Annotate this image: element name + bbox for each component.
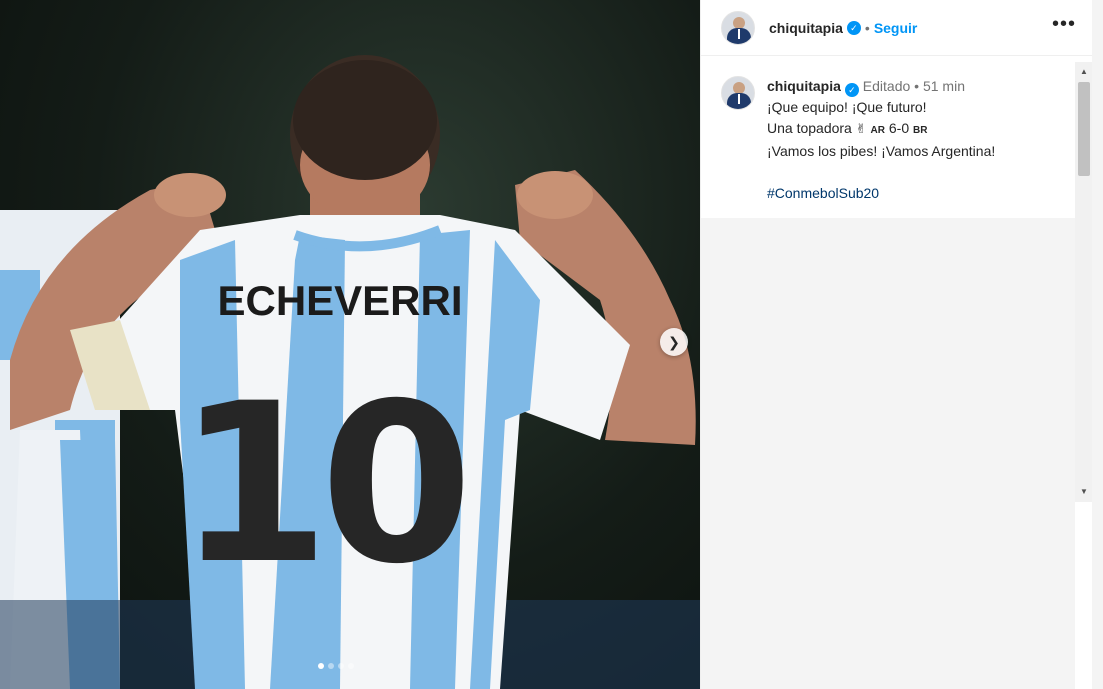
post-photo[interactable]: ECHEVERRI 10 ❯ <box>0 0 700 689</box>
post-side-panel: chiquitapia ✓ • Seguir ••• chiquitapia ✓ … <box>700 0 1093 689</box>
hashtag-link[interactable]: #ConmebolSub20 <box>767 183 995 204</box>
header-username[interactable]: chiquitapia <box>769 20 843 36</box>
meta-separator: • <box>914 78 920 94</box>
caption-avatar[interactable] <box>721 76 755 110</box>
caption-line-2: Una topadora ✌ AR 6-0 BR <box>767 118 995 141</box>
comments-scrollbar[interactable]: ▲ ▼ <box>1075 62 1093 502</box>
player-illustration: ECHEVERRI 10 <box>0 55 700 689</box>
post-time[interactable]: 51 min <box>923 78 965 94</box>
carousel-dot[interactable] <box>338 663 344 669</box>
victory-hand-icon: ✌ <box>855 121 867 136</box>
scroll-down-icon[interactable]: ▼ <box>1075 484 1093 500</box>
page-gutter <box>1092 0 1103 689</box>
caption: chiquitapia ✓ Editado • 51 min ¡Que equip… <box>701 62 1075 218</box>
jersey-name: ECHEVERRI <box>217 277 462 324</box>
carousel-dot[interactable] <box>328 663 334 669</box>
comments-area[interactable]: chiquitapia ✓ Editado • 51 min ¡Que equip… <box>701 62 1075 689</box>
score: 6-0 <box>888 120 910 136</box>
post-header: chiquitapia ✓ • Seguir ••• <box>701 0 1092 56</box>
verified-icon: ✓ <box>844 83 859 97</box>
flag-brazil-icon: BR <box>913 125 928 136</box>
avatar[interactable] <box>721 10 755 45</box>
caption-line-1: ¡Que equipo! ¡Que futuro! <box>767 99 927 115</box>
carousel-next-button[interactable]: ❯ <box>660 328 688 356</box>
flag-argentina-icon: AR <box>870 125 885 136</box>
caption-line-2-text: Una topadora <box>767 120 852 136</box>
header-separator: • <box>864 19 870 36</box>
caption-username[interactable]: chiquitapia <box>767 78 841 94</box>
carousel-dot[interactable] <box>348 663 354 669</box>
chevron-right-icon: ❯ <box>668 334 680 350</box>
verified-icon: ✓ <box>846 20 861 35</box>
follow-button[interactable]: Seguir <box>874 20 918 36</box>
more-options-icon[interactable]: ••• <box>1052 14 1076 37</box>
caption-line-3: ¡Vamos los pibes! ¡Vamos Argentina! <box>767 143 996 159</box>
scroll-up-icon[interactable]: ▲ <box>1075 64 1093 80</box>
scroll-thumb[interactable] <box>1078 82 1090 176</box>
jersey-number: 10 <box>177 356 463 612</box>
carousel-dot[interactable] <box>318 663 324 669</box>
carousel-dots <box>318 663 354 669</box>
edited-label: Editado <box>862 78 911 94</box>
